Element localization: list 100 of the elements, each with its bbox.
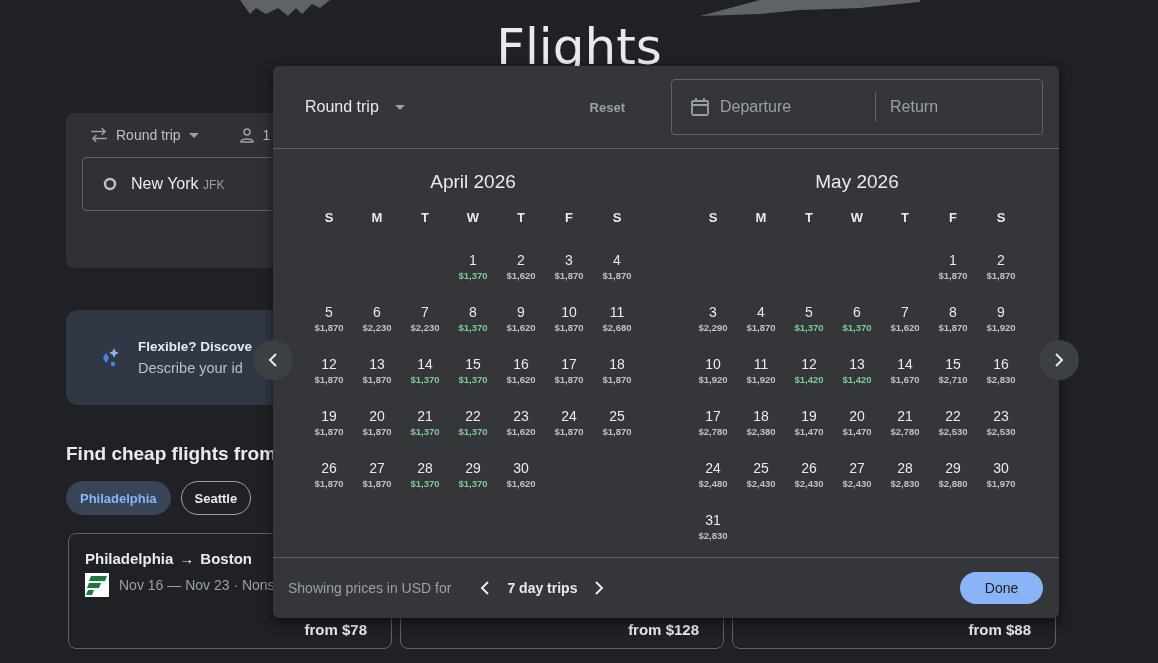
calendar-day[interactable]: 3 <box>709 304 717 321</box>
weekday-label: T <box>517 210 525 226</box>
day-price: $1,670 <box>890 374 920 386</box>
calendar-day[interactable]: 18 <box>609 356 625 373</box>
calendar-day[interactable]: 7 <box>901 304 909 321</box>
day-price: $1,370 <box>794 322 824 334</box>
price-link[interactable]: from $78 <box>304 621 367 638</box>
day-price: $1,870 <box>602 270 632 282</box>
calendar-day[interactable]: 27 <box>849 460 865 477</box>
calendar-day[interactable]: 4 <box>613 252 621 269</box>
calendar-day[interactable]: 7 <box>421 304 429 321</box>
caret-icon <box>188 132 199 138</box>
day-price: $1,870 <box>554 374 584 386</box>
next-month-button[interactable] <box>1039 340 1079 380</box>
calendar-day[interactable]: 16 <box>993 356 1009 373</box>
trip-type-dropdown[interactable]: Round trip <box>305 98 379 117</box>
calendar-day[interactable]: 11 <box>609 304 625 321</box>
calendar-day[interactable]: 8 <box>949 304 957 321</box>
circle-icon <box>103 177 117 191</box>
calendar-day[interactable]: 29 <box>945 460 961 477</box>
calendar-day[interactable]: 11 <box>753 356 769 373</box>
calendar-day[interactable]: 15 <box>465 356 481 373</box>
calendar-day[interactable]: 18 <box>753 408 769 425</box>
calendar-day[interactable]: 31 <box>705 512 721 529</box>
calendar-icon <box>690 97 710 118</box>
done-button[interactable]: Done <box>960 572 1043 605</box>
calendar-day[interactable]: 21 <box>417 408 433 425</box>
calendar-day[interactable]: 23 <box>993 408 1009 425</box>
calendar-day[interactable]: 10 <box>561 304 577 321</box>
calendar-day[interactable]: 15 <box>945 356 961 373</box>
calendar-day[interactable]: 28 <box>417 460 433 477</box>
trip-details: Nov 16 — Nov 23 · Nons <box>119 577 275 593</box>
calendar-day[interactable]: 22 <box>945 408 961 425</box>
calendar-day[interactable]: 10 <box>705 356 721 373</box>
calendar-day[interactable]: 5 <box>325 304 333 321</box>
calendar-day[interactable]: 14 <box>897 356 913 373</box>
day-price: $1,870 <box>938 270 968 282</box>
calendar-day[interactable]: 29 <box>465 460 481 477</box>
calendar-day[interactable]: 19 <box>801 408 817 425</box>
calendar-day[interactable]: 27 <box>369 460 385 477</box>
calendar-day[interactable]: 12 <box>801 356 817 373</box>
calendar-day[interactable]: 22 <box>465 408 481 425</box>
calendar-day[interactable]: 14 <box>417 356 433 373</box>
calendar-day[interactable]: 20 <box>369 408 385 425</box>
day-price: $1,970 <box>986 478 1016 490</box>
price-link[interactable]: from $128 <box>628 621 699 638</box>
calendar-day[interactable]: 2 <box>517 252 525 269</box>
passenger-count[interactable]: 1 <box>262 127 271 143</box>
day-price: $1,620 <box>506 322 536 334</box>
calendar-day[interactable]: 24 <box>561 408 577 425</box>
calendar-day[interactable]: 2 <box>997 252 1005 269</box>
calendar-day[interactable]: 9 <box>997 304 1005 321</box>
calendar-day[interactable]: 1 <box>469 252 477 269</box>
calendar-day[interactable]: 5 <box>805 304 813 321</box>
calendar-day[interactable]: 19 <box>321 408 337 425</box>
calendar-day[interactable]: 8 <box>469 304 477 321</box>
day-price: $1,420 <box>794 374 824 386</box>
price-link[interactable]: from $88 <box>968 621 1031 638</box>
calendar-day[interactable]: 16 <box>513 356 529 373</box>
calendar-day[interactable]: 20 <box>849 408 865 425</box>
day-price: $1,620 <box>506 374 536 386</box>
calendar-day[interactable]: 6 <box>853 304 861 321</box>
day-price: $2,680 <box>602 322 632 334</box>
calendar-day[interactable]: 9 <box>517 304 525 321</box>
weekday-label: W <box>466 210 480 226</box>
calendar-day[interactable]: 26 <box>321 460 337 477</box>
calendar-day[interactable]: 4 <box>757 304 765 321</box>
calendar-day[interactable]: 25 <box>753 460 769 477</box>
calendar-day[interactable]: 3 <box>565 252 573 269</box>
weekday-label: S <box>708 210 718 226</box>
calendar-day[interactable]: 17 <box>561 356 577 373</box>
reset-button[interactable]: Reset <box>583 98 631 116</box>
weekday-label: F <box>565 210 573 226</box>
city-chip[interactable]: Philadelphia <box>66 481 171 515</box>
calendar-day[interactable]: 30 <box>513 460 529 477</box>
day-price: $2,230 <box>410 322 440 334</box>
calendar-day[interactable]: 25 <box>609 408 625 425</box>
calendar-day[interactable]: 17 <box>705 408 721 425</box>
calendar-day[interactable]: 24 <box>705 460 721 477</box>
calendar-day[interactable]: 28 <box>897 460 913 477</box>
calendar-day[interactable]: 6 <box>373 304 381 321</box>
trip-type-dropdown[interactable]: Round trip <box>116 127 181 143</box>
calendar-day[interactable]: 21 <box>897 408 913 425</box>
day-price: $1,920 <box>698 374 728 386</box>
month-title: April 2026 <box>429 171 517 195</box>
calendar-day[interactable]: 12 <box>321 356 337 373</box>
day-price: $1,870 <box>314 374 344 386</box>
calendar-day[interactable]: 13 <box>849 356 865 373</box>
promo-title: Flexible? Discove <box>138 339 253 354</box>
calendar-day[interactable]: 13 <box>369 356 385 373</box>
day-price: $1,370 <box>458 270 488 282</box>
date-range-field[interactable]: Departure Return <box>671 79 1043 136</box>
calendar-day[interactable]: 23 <box>513 408 529 425</box>
calendar-day[interactable]: 1 <box>949 252 957 269</box>
weekday-label: M <box>755 210 767 226</box>
day-price: $2,830 <box>698 530 728 542</box>
calendar-day[interactable]: 26 <box>801 460 817 477</box>
day-price: $1,620 <box>890 322 920 334</box>
weekday-label: T <box>421 210 429 226</box>
calendar-day[interactable]: 30 <box>993 460 1009 477</box>
